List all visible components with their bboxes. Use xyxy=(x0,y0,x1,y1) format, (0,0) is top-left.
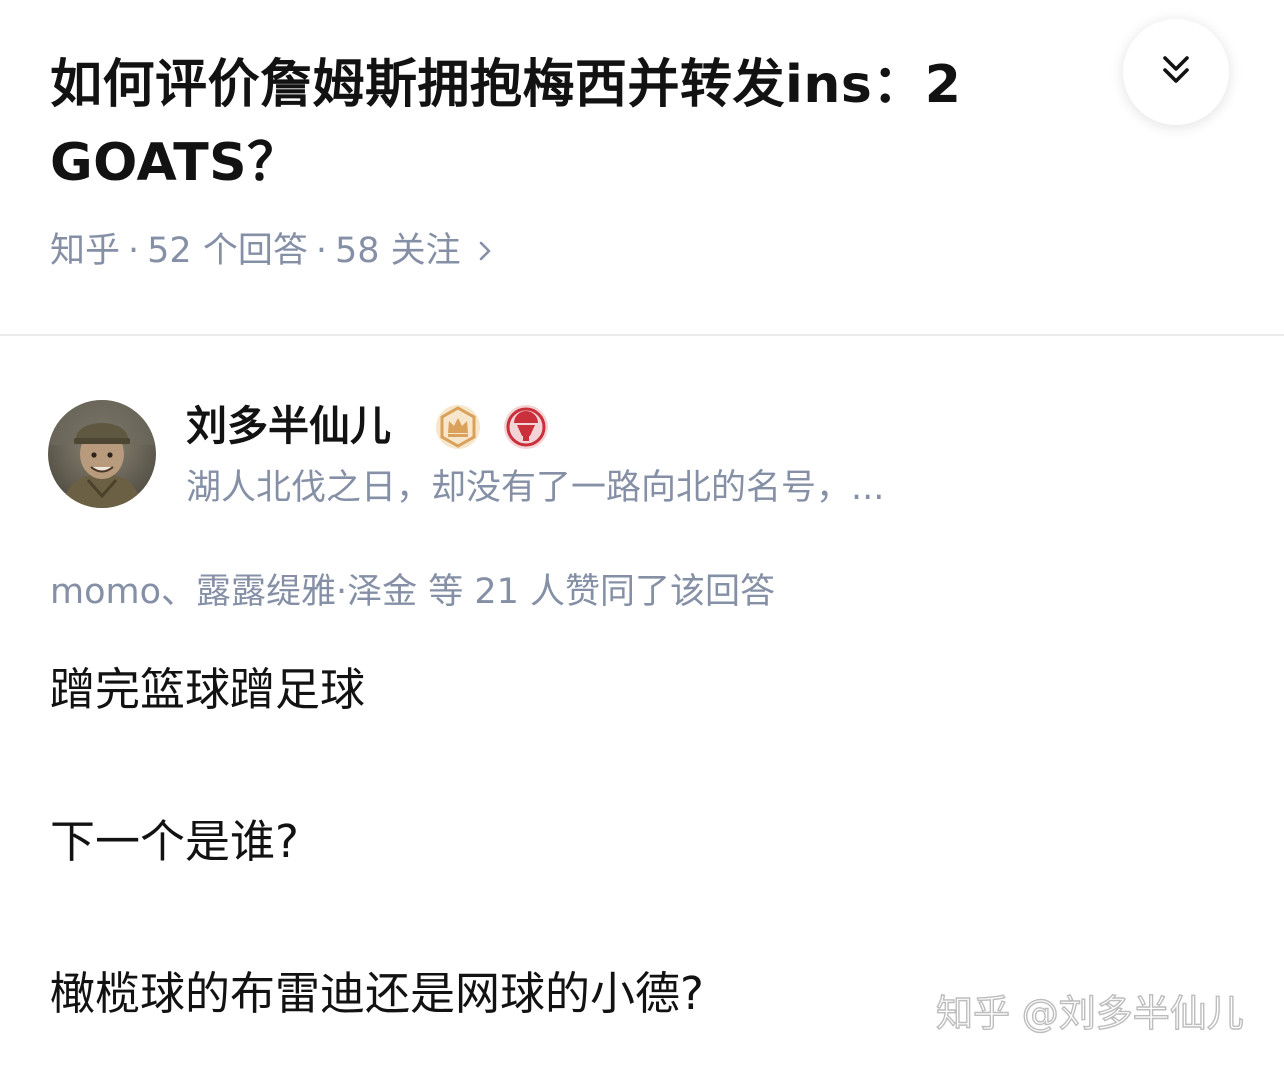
author-bio: 湖人北伐之日，却没有了一路向北的名号，... xyxy=(186,468,885,508)
answer-paragraph: 橄榄球的布雷迪还是网球的小德? xyxy=(50,967,704,1020)
author-name[interactable]: 刘多半仙儿 xyxy=(186,398,391,454)
meta-separator: · xyxy=(315,231,327,271)
followers-count: 58 关注 xyxy=(334,231,461,271)
answer-page: 如何评价詹姆斯拥抱梅西并转发ins：2 GOATS？ 知乎 · 52 个回答 ·… xyxy=(0,0,1284,1065)
collapse-button[interactable] xyxy=(1123,19,1229,125)
answers-count: 52 个回答 xyxy=(147,231,308,271)
avatar[interactable] xyxy=(48,400,156,508)
double-chevron-down-icon xyxy=(1158,52,1194,92)
question-title[interactable]: 如何评价詹姆斯拥抱梅西并转发ins：2 GOATS？ xyxy=(50,46,1060,202)
watermark: 知乎 @刘多半仙儿 xyxy=(935,991,1244,1035)
section-divider xyxy=(0,334,1284,336)
meta-separator: · xyxy=(128,231,140,271)
answer-paragraph: 蹭完篮球蹭足球 xyxy=(50,663,366,716)
crown-badge-icon[interactable] xyxy=(434,403,482,451)
voters-summary[interactable]: momo、露露缇雅·泽金 等 21 人赞同了该回答 xyxy=(50,566,775,618)
question-source: 知乎 xyxy=(50,231,121,271)
answer-paragraph: 下一个是谁? xyxy=(50,815,299,868)
mic-badge-icon[interactable] xyxy=(502,403,550,451)
chevron-right-icon xyxy=(477,238,493,264)
question-meta[interactable]: 知乎 · 52 个回答 · 58 关注 xyxy=(50,224,493,278)
